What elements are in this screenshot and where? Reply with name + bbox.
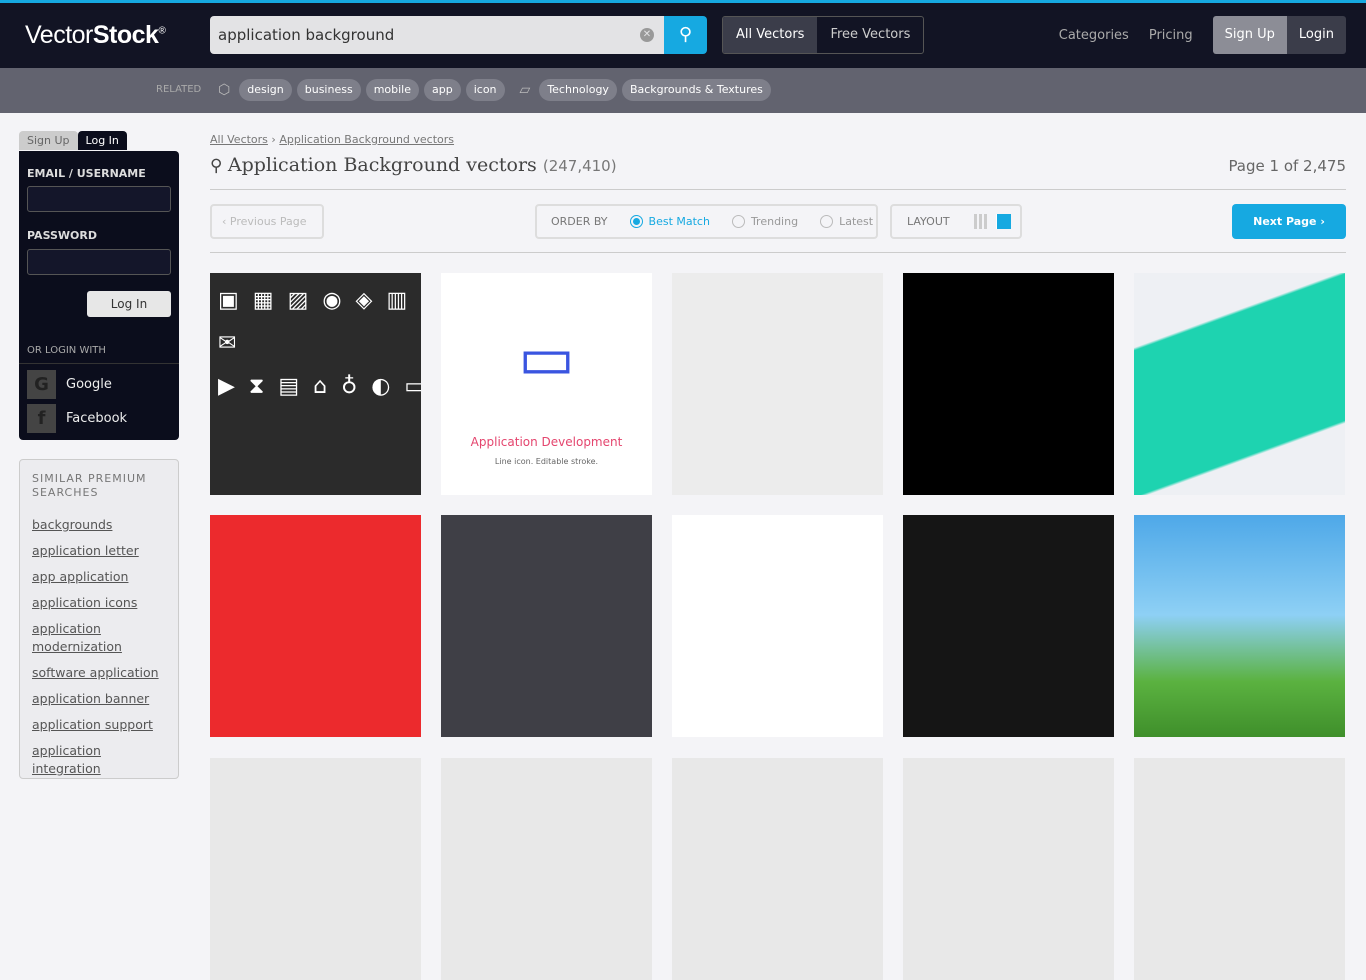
login-panel: EMAIL / USERNAME PASSWORD Log In OR LOGI… (19, 151, 179, 440)
facebook-icon: f (27, 404, 56, 433)
email-field[interactable] (27, 186, 171, 212)
search-icon: ⚲ (210, 156, 228, 176)
similar-title: SIMILAR PREMIUM SEARCHES (32, 472, 147, 499)
similar-searches: SIMILAR PREMIUM SEARCHES backgrounds app… (19, 459, 179, 779)
result-thumbnail[interactable]: ▭ Application Development Line icon. Edita… (441, 273, 652, 495)
divider (19, 363, 179, 364)
similar-link[interactable]: app application (32, 568, 166, 586)
result-thumbnail[interactable] (672, 758, 883, 980)
order-best-match[interactable]: Best Match (629, 215, 710, 228)
related-tag[interactable]: design (239, 79, 292, 101)
log-in-button[interactable]: Log In (87, 291, 171, 317)
top-nav: Categories Pricing Sign Up Login (1059, 16, 1346, 54)
previous-page-button[interactable]: ‹ Previous Page (210, 204, 324, 239)
search-icon: ⚲ (678, 24, 693, 45)
order-by: ORDER BY Best Match Trending Latest (535, 204, 878, 239)
result-thumbnail[interactable] (1134, 758, 1345, 980)
auth-tabs: Sign Up Log In (19, 131, 127, 150)
breadcrumb: All Vectors › Application Background vec… (210, 133, 455, 146)
header: VectorStock® application background ✕ ⚲ … (0, 3, 1366, 68)
search-button[interactable]: ⚲ (664, 16, 707, 54)
similar-link[interactable]: application icons (32, 594, 166, 612)
order-label: ORDER BY (551, 215, 608, 228)
similar-link[interactable]: application banner (32, 690, 166, 708)
google-login[interactable]: G Google (27, 370, 112, 399)
or-login-label: OR LOGIN WITH (27, 345, 106, 356)
result-thumbnail[interactable] (672, 515, 883, 737)
categories-link[interactable]: Categories (1059, 28, 1129, 43)
breadcrumb-link[interactable]: Application Background vectors (279, 133, 454, 146)
result-thumbnail[interactable] (1134, 515, 1345, 737)
related-tag[interactable]: business (296, 79, 361, 101)
tile-title: Application Development (470, 435, 623, 449)
email-label: EMAIL / USERNAME (27, 167, 146, 180)
related-tag[interactable]: icon (465, 79, 505, 101)
password-field[interactable] (27, 249, 171, 275)
folder-icon: ▱ (519, 82, 531, 98)
related-label: RELATED (156, 84, 202, 95)
page-info: Page 1 of 2,475 (1228, 157, 1346, 175)
title-text: Application Background vectors (227, 154, 537, 176)
page-title: ⚲ Application Background vectors (247,41… (210, 154, 617, 176)
result-thumbnail[interactable] (441, 515, 652, 737)
similar-link[interactable]: application modernization (32, 620, 132, 656)
prev-label: Previous Page (229, 215, 307, 228)
result-thumbnail[interactable] (1134, 273, 1345, 495)
layout-label: LAYOUT (907, 215, 950, 228)
result-thumbnail[interactable] (672, 273, 883, 495)
sign-up-button[interactable]: Sign Up (1212, 16, 1287, 54)
related-bar: RELATED ⬡ design business mobile app ico… (0, 68, 1366, 113)
facebook-label: Facebook (66, 411, 128, 426)
related-category[interactable]: Technology (539, 79, 617, 101)
related-category[interactable]: Backgrounds & Textures (621, 79, 771, 101)
facebook-login[interactable]: f Facebook (27, 404, 127, 433)
result-thumbnail[interactable]: ▣▦▨◉◈▥☼▤◷◔▦⚙≋✉▶⧗▤⌂♁◐▭≋⇄◍● (210, 273, 421, 495)
search-input[interactable]: application background (210, 16, 665, 54)
clear-search-icon[interactable]: ✕ (640, 28, 654, 42)
tab-log-in[interactable]: Log In (77, 131, 127, 150)
layout-picker: LAYOUT (890, 204, 1022, 239)
pricing-link[interactable]: Pricing (1149, 28, 1193, 43)
tile-subtitle: Line icon. Editable stroke. (494, 457, 599, 466)
result-thumbnail[interactable] (441, 758, 652, 980)
password-label: PASSWORD (27, 229, 98, 242)
next-page-button[interactable]: Next Page › (1232, 204, 1346, 239)
vector-filter-toggle: All Vectors Free Vectors (722, 16, 925, 54)
related-tag[interactable]: mobile (365, 79, 419, 101)
divider (210, 252, 1346, 253)
similar-link[interactable]: application letter (32, 542, 166, 560)
tab-sign-up[interactable]: Sign Up (19, 131, 78, 150)
large-grid-icon[interactable] (996, 214, 1011, 229)
login-button[interactable]: Login (1286, 16, 1346, 54)
free-vectors-button[interactable]: Free Vectors (817, 17, 923, 53)
similar-link[interactable]: application integration (32, 742, 132, 778)
tag-icon: ⬡ (218, 82, 231, 98)
small-grid-icon[interactable] (974, 214, 989, 229)
similar-link[interactable]: backgrounds (32, 516, 166, 534)
order-trending[interactable]: Trending (731, 215, 798, 228)
result-thumbnail[interactable] (903, 758, 1114, 980)
result-thumbnail[interactable] (210, 758, 421, 980)
similar-link[interactable]: software application (32, 664, 166, 682)
related-tag[interactable]: app (424, 79, 461, 101)
result-count: (247,410) (542, 157, 617, 175)
order-latest[interactable]: Latest (820, 215, 873, 228)
next-label: Next Page (1253, 215, 1317, 228)
divider (210, 189, 1346, 190)
result-thumbnail[interactable] (903, 273, 1114, 495)
all-vectors-button[interactable]: All Vectors (723, 17, 818, 53)
google-icon: G (27, 370, 56, 399)
breadcrumb-link[interactable]: All Vectors (210, 133, 268, 146)
google-label: Google (66, 377, 112, 392)
result-thumbnail[interactable] (903, 515, 1114, 737)
similar-link[interactable]: application support (32, 716, 166, 734)
logo[interactable]: VectorStock® (25, 21, 166, 50)
result-thumbnail[interactable] (210, 515, 421, 737)
